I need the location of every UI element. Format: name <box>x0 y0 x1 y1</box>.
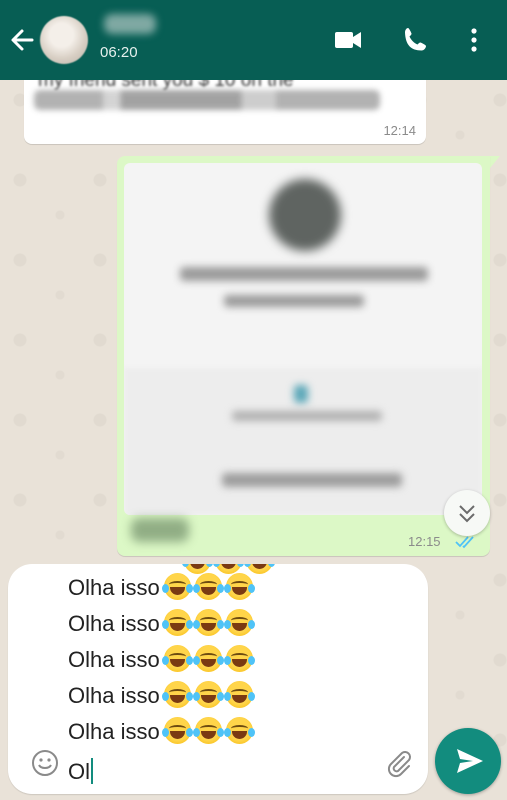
video-call-icon[interactable] <box>332 24 364 56</box>
composer-line: Olha isso <box>68 714 368 750</box>
composer-line: Olha isso <box>68 606 368 642</box>
send-button[interactable] <box>435 728 501 794</box>
preview-small-icon <box>294 385 308 403</box>
outgoing-message-time: 12:15 <box>408 534 441 549</box>
redacted-text <box>34 90 380 110</box>
preview-button-blur <box>222 473 402 487</box>
incoming-message-time: 12:14 <box>383 123 416 138</box>
phone-icon[interactable] <box>400 24 432 56</box>
bubble-tail <box>490 156 500 168</box>
tears-of-joy-emoji <box>161 573 193 600</box>
last-seen-time: 06:20 <box>100 44 138 61</box>
text-caret <box>91 758 93 784</box>
preview-title-blur <box>180 267 428 281</box>
composer-line: Olha isso <box>68 678 368 714</box>
chevron-down-icon <box>459 505 475 523</box>
preview-avatar <box>269 179 341 251</box>
tears-of-joy-emoji <box>161 609 193 636</box>
back-arrow-icon[interactable] <box>8 22 36 58</box>
contact-avatar[interactable] <box>40 16 88 64</box>
composer-text-lines: Olha isso Olha isso Olha isso Olha isso … <box>68 570 368 750</box>
emoji-icon[interactable] <box>30 748 60 778</box>
message-input[interactable]: Ol <box>68 754 93 790</box>
chat-header: 06:20 <box>0 0 507 80</box>
preview-line-blur <box>232 411 382 421</box>
paperclip-icon[interactable] <box>384 748 414 778</box>
message-composer[interactable]: Olha isso Olha isso Olha isso Olha isso … <box>8 564 428 794</box>
composer-line: Olha isso <box>68 570 368 606</box>
tears-of-joy-emoji <box>161 717 193 744</box>
preview-subtitle-blur <box>224 295 364 307</box>
redacted-caption <box>131 518 189 542</box>
contact-name-redacted[interactable] <box>104 14 156 34</box>
outgoing-message-bubble[interactable]: 12:15 <box>117 156 490 556</box>
incoming-message-bubble[interactable]: my friend sent you $ 10 on the 12:14 <box>24 70 426 144</box>
scroll-down-button[interactable] <box>444 490 490 536</box>
composer-line: Olha isso <box>68 642 368 678</box>
more-vert-icon[interactable] <box>462 24 486 56</box>
tears-of-joy-emoji <box>161 645 193 672</box>
link-preview-card[interactable] <box>124 163 482 515</box>
tears-of-joy-emoji <box>161 681 193 708</box>
double-check-blue-icon <box>455 535 477 549</box>
send-icon <box>457 749 483 773</box>
